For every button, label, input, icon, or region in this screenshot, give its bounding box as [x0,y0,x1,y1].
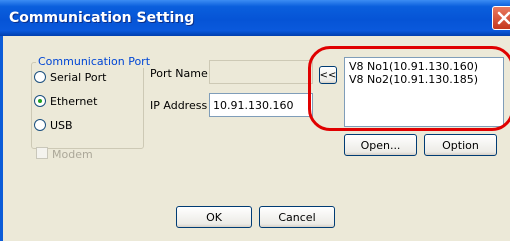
ip-address-field[interactable] [209,93,313,117]
radio-label-usb: USB [50,118,73,132]
title-bar: Communication Setting [0,0,510,36]
radio-button[interactable] [34,95,46,107]
ip-address-label: IP Address [150,99,208,112]
radio-label-serial-port: Serial Port [50,70,107,84]
radio-selected-dot [38,99,42,103]
move-to-field-button[interactable]: << [319,66,337,84]
modem-label: Modem [52,148,93,161]
radio-serial-port[interactable]: Serial Port [34,70,106,84]
window-title: Communication Setting [9,10,195,26]
port-name-label: Port Name [150,67,208,80]
ok-button[interactable]: OK [176,206,252,228]
device-list[interactable]: V8 No1(10.91.130.160) V8 No2(10.91.130.1… [344,57,504,127]
modem-checkbox[interactable] [36,147,48,159]
port-name-input[interactable] [210,61,312,83]
communication-port-legend: Communication Port [36,55,153,68]
ip-address-input[interactable] [210,94,312,116]
radio-button[interactable] [34,119,46,131]
option-button[interactable]: Option [424,134,497,156]
radio-usb[interactable]: USB [34,118,73,132]
close-icon [497,11,510,25]
radio-button[interactable] [34,71,46,83]
open-button[interactable]: Open... [344,134,417,156]
port-name-field[interactable] [209,60,313,84]
radio-label-ethernet: Ethernet [50,94,98,108]
radio-ethernet[interactable]: Ethernet [34,94,97,108]
cancel-button[interactable]: Cancel [259,206,335,228]
close-button[interactable] [492,6,510,30]
list-item[interactable]: V8 No2(10.91.130.185) [349,73,499,86]
list-item[interactable]: V8 No1(10.91.130.160) [349,60,499,73]
